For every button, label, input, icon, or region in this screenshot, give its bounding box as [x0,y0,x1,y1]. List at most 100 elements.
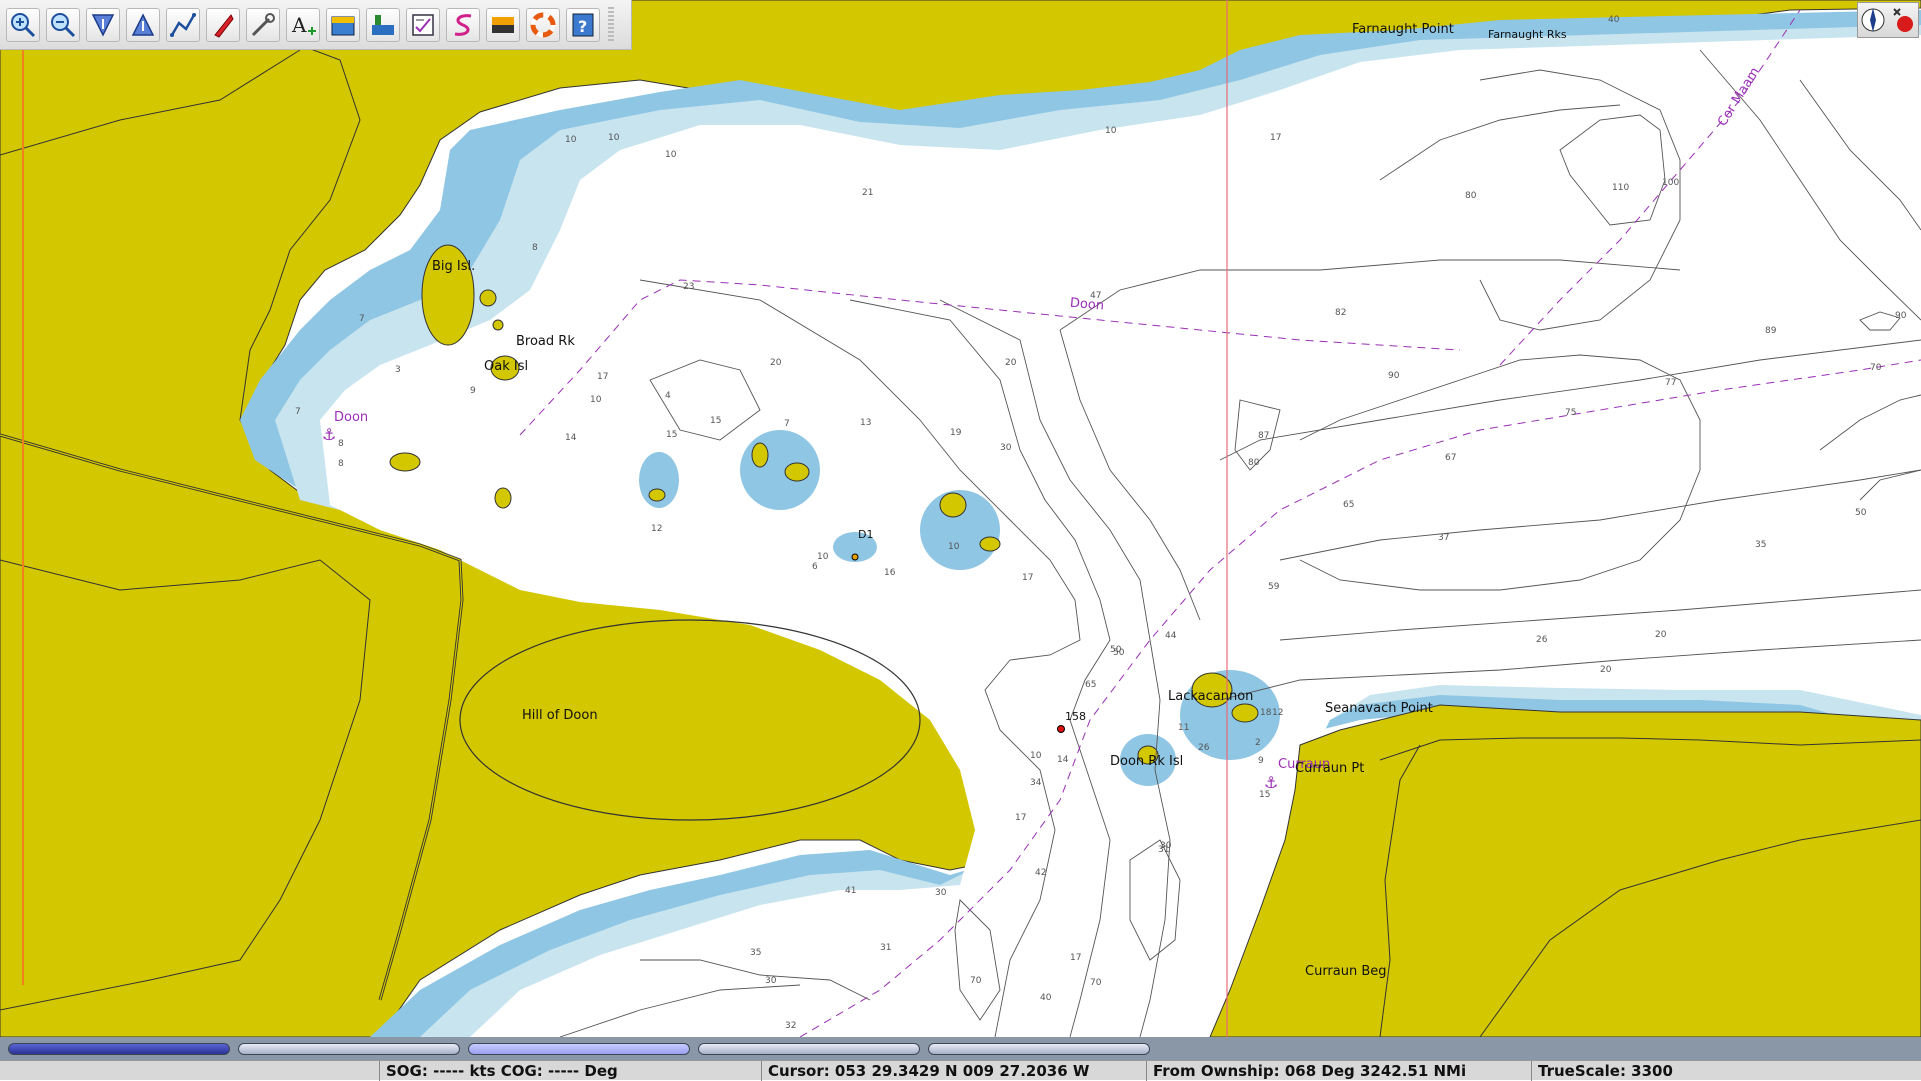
piano-key[interactable] [698,1042,920,1055]
depth-sounding: 17 [597,372,608,382]
follow-ship-button[interactable] [206,7,240,42]
status-blank [0,1060,380,1081]
depth-sounding: 17 [1015,813,1026,823]
scale-in-button[interactable] [86,7,120,42]
light-marker [1057,725,1065,733]
depth-sounding: 20 [1600,665,1612,675]
depth-sounding: 21 [862,188,873,198]
depth-sounding: 30 [765,976,777,986]
chart-quilt-icon [331,16,355,35]
chart-canvas[interactable]: Farnaught Point Farnaught Rks Big Isl. B… [0,0,1921,1037]
place-farnaught-point: Farnaught Point [1352,22,1454,37]
depth-sounding: 41 [845,886,856,896]
island-shoal-a-land [648,488,666,502]
depth-sounding: 40 [1040,993,1052,1003]
island-shoal-b-land-2 [784,462,810,482]
depth-sounding: 8 [338,459,344,469]
depth-sounding: 65 [1343,500,1354,510]
route-icon [170,12,196,37]
depth-sounding: 7 [359,314,365,324]
depth-sounding: 10 [948,542,960,552]
depth-sounding: 18 [1260,708,1272,718]
color-scheme-icon [492,16,514,33]
chart-piano-bar [0,1037,1921,1060]
depth-sounding: 17 [1070,953,1081,963]
depth-sounding: 90 [1388,371,1400,381]
depth-sounding: 12 [1272,708,1283,718]
depth-sounding: 31 [880,943,891,953]
depth-sounding: 6 [812,562,818,572]
svg-text:A: A [291,13,307,37]
track-icon [454,13,472,36]
depth-sounding: 26 [1198,743,1210,753]
piano-key[interactable] [468,1042,690,1055]
depth-sounding: 35 [1755,540,1766,550]
follow-ship-icon [214,13,234,38]
status-sog-cog: SOG: ----- kts COG: ----- Deg [380,1060,762,1081]
curraun-land [1209,704,1921,1037]
depth-sounding: 11 [1178,723,1189,733]
island-shoal-c-land-1 [939,492,967,518]
place-doon-rk-isl: Doon Rk Isl [1110,754,1183,769]
depth-sounding: 42 [1035,868,1046,878]
status-cursor: Cursor: 053 29.3429 N 009 27.2036 W [762,1060,1147,1081]
lifering-icon [530,12,556,37]
mob-button[interactable] [526,7,560,42]
place-curraun-pt: Curraun Pt [1295,761,1364,776]
depth-sounding: 10 [1030,751,1042,761]
depth-sounding: 2 [1255,738,1261,748]
piano-key[interactable] [238,1042,460,1055]
zoom-in-icon [11,12,36,37]
quilt-button[interactable] [326,7,360,42]
depth-sounding: 30 [1000,443,1012,453]
depth-sounding: 15 [710,416,721,426]
depth-sounding: 30 [935,888,947,898]
depth-sounding: 75 [1565,408,1576,418]
place-lackacannon: Lackacannon [1168,689,1253,704]
route-manager-icon [412,13,434,36]
place-seanavach-point: Seanavach Point [1325,701,1433,716]
place-hill-of-doon: Hill of Doon [522,708,598,723]
zoom-in-button[interactable] [6,7,40,42]
place-doon-anchorage: Doon [334,410,368,425]
depth-sounding: 3 [395,365,401,375]
zoom-out-icon [51,12,76,37]
island-shoal-c-land-2 [979,536,1001,552]
route-manager-button[interactable] [406,7,440,42]
buoy-d1: D1 [858,528,873,541]
status-truescale: TrueScale: 3300 [1538,1061,1673,1080]
depth-sounding: 8 [338,439,344,449]
settings-button[interactable] [246,7,280,42]
depth-sounding: 44 [1165,631,1177,641]
depth-sounding: 12 [651,524,662,534]
depth-sounding: 35 [750,948,761,958]
depth-sounding: 16 [884,568,896,578]
depth-sounding: 26 [1536,635,1548,645]
depth-sounding: 14 [1057,755,1069,765]
route-button[interactable] [166,7,200,42]
color-scheme-button[interactable] [486,7,520,42]
depth-sounding: 13 [860,418,871,428]
track-button[interactable] [446,7,480,42]
depth-sounding: 77 [1665,378,1676,388]
depth-sounding: 17 [1270,133,1281,143]
compass-widget[interactable] [1857,2,1919,38]
toolbar-grip[interactable] [608,6,614,43]
depth-sounding: 67 [1445,453,1456,463]
piano-key[interactable] [928,1042,1150,1055]
text-button[interactable]: A [286,7,320,42]
depth-sounding: 34 [1030,778,1042,788]
depth-sounding: 47 [1090,291,1101,301]
depth-sounding: 70 [1870,363,1882,373]
depth-sounding: 110 [1612,183,1629,193]
depth-sounding: 8 [532,243,538,253]
zoom-out-button[interactable] [46,7,80,42]
help-button[interactable]: ? [566,7,600,42]
depth-sounding: 37 [1438,533,1449,543]
piano-key[interactable] [8,1042,230,1055]
depth-sounding: 59 [1268,582,1280,592]
tides-button[interactable] [366,7,400,42]
place-oak-isl: Oak Isl [484,359,528,374]
depth-sounding: 100 [1662,178,1679,188]
scale-out-button[interactable] [126,7,160,42]
